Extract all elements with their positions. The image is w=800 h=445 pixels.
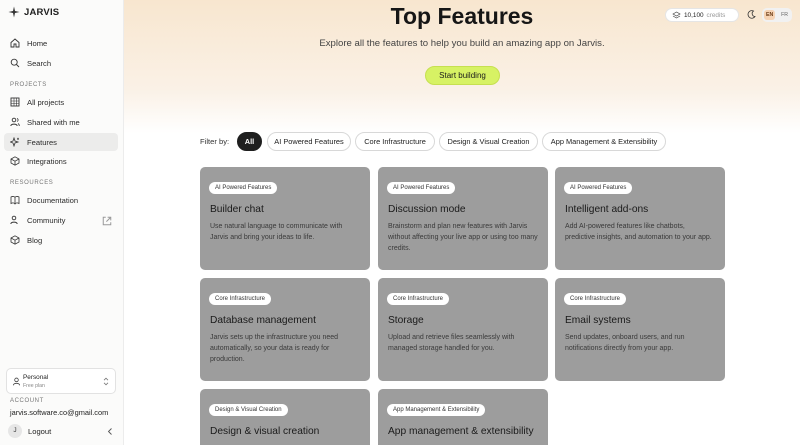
workspace-plan: Free plan [23, 383, 45, 389]
card-title: Email systems [565, 315, 631, 326]
account-email: jarvis.software.co@gmail.com [10, 408, 109, 417]
resources-section-label: RESOURCES [10, 180, 54, 186]
card-description: Use natural language to communicate with… [210, 223, 343, 241]
sidebar-item-label: Community [27, 215, 66, 225]
users-icon [10, 117, 20, 127]
card-title: App management & extensibility [388, 426, 534, 437]
card-badge: AI Powered Features [564, 182, 633, 194]
card-title: Discussion mode [388, 204, 466, 215]
sidebar-item-features[interactable]: Features [4, 133, 118, 151]
people-icon [10, 215, 18, 225]
filter-chip-design[interactable]: Design & Visual Creation [439, 132, 538, 151]
filter-label: Filter by: [200, 137, 230, 146]
filter-chip-ai[interactable]: AI Powered Features [267, 132, 351, 151]
cube-icon [10, 156, 20, 166]
main-content: 10,100 credits EN FR Top Features Explor… [124, 0, 800, 445]
filter-chip-core[interactable]: Core Infrastructure [355, 132, 435, 151]
grid-icon [10, 97, 20, 107]
card-title: Storage [388, 315, 424, 326]
sidebar-item-home[interactable]: Home [4, 34, 118, 52]
card-description: Send updates, onboard users, and run not… [565, 334, 685, 352]
feature-card[interactable]: AI Powered Features Intelligent add-ons … [555, 167, 725, 270]
start-building-button[interactable]: Start building [425, 66, 500, 85]
box-icon [10, 235, 20, 245]
sidebar-item-label: Search [27, 58, 52, 68]
book-icon [10, 196, 20, 205]
sidebar-item-integrations[interactable]: Integrations [4, 152, 118, 170]
sidebar-item-documentation[interactable]: Documentation [4, 191, 118, 209]
sidebar-item-blog[interactable]: Blog [4, 231, 118, 249]
card-badge: AI Powered Features [209, 182, 278, 194]
card-badge: Core Infrastructure [564, 293, 627, 305]
brand[interactable]: JARVIS [8, 6, 59, 18]
card-title: Intelligent add-ons [565, 204, 649, 215]
projects-section-label: PROJECTS [10, 82, 47, 88]
sidebar-item-label: All projects [27, 97, 65, 107]
external-link-icon [102, 216, 112, 226]
filter-chip-app-management[interactable]: App Management & Extensibility [542, 132, 666, 151]
sidebar: JARVIS Home Search PROJECTS All projects… [0, 0, 124, 445]
workspace-switcher[interactable]: Personal Free plan [6, 368, 116, 394]
card-badge: Design & Visual Creation [209, 404, 288, 416]
card-title: Design & visual creation [210, 426, 320, 437]
card-description: Add AI-powered features like chatbots, p… [565, 223, 712, 241]
sparkle-icon [10, 137, 20, 147]
sidebar-item-community[interactable]: Community [4, 211, 118, 229]
workspace-name: Personal [23, 374, 49, 381]
search-icon [10, 58, 20, 68]
sidebar-item-all-projects[interactable]: All projects [4, 93, 118, 111]
card-badge: App Management & Extensibility [387, 404, 486, 416]
sidebar-item-label: Shared with me [27, 117, 80, 127]
home-icon [10, 38, 20, 48]
feature-card[interactable]: AI Powered Features Builder chat Use nat… [200, 167, 370, 270]
filter-chip-all[interactable]: All [237, 132, 262, 151]
chevron-left-icon[interactable] [106, 427, 114, 436]
page-subtitle: Explore all the features to help you bui… [319, 38, 605, 49]
sidebar-item-shared[interactable]: Shared with me [4, 113, 118, 131]
feature-card[interactable]: Design & Visual Creation Design & visual… [200, 389, 370, 445]
card-description: Upload and retrieve files seamlessly wit… [388, 334, 515, 352]
account-section-label: ACCOUNT [10, 398, 44, 404]
feature-card[interactable]: AI Powered Features Discussion mode Brai… [378, 167, 548, 270]
avatar: J [8, 424, 22, 438]
sidebar-item-label: Documentation [27, 195, 79, 205]
card-title: Database management [210, 315, 316, 326]
user-icon [12, 377, 21, 386]
sidebar-item-search[interactable]: Search [4, 54, 118, 72]
logout-button[interactable]: J Logout [6, 424, 118, 440]
sidebar-item-label: Home [27, 38, 48, 48]
logo-icon [8, 6, 20, 18]
feature-card[interactable]: App Management & Extensibility App manag… [378, 389, 548, 445]
chevron-updown-icon [103, 377, 109, 386]
card-badge: AI Powered Features [387, 182, 456, 194]
sidebar-item-label: Blog [27, 235, 43, 245]
card-title: Builder chat [210, 204, 264, 215]
page-title: Top Features [390, 3, 534, 29]
feature-card[interactable]: Core Infrastructure Database management … [200, 278, 370, 381]
brand-name: JARVIS [24, 6, 60, 18]
logout-label: Logout [28, 427, 52, 436]
card-description: Brainstorm and plan new features with Ja… [388, 223, 538, 252]
sidebar-item-label: Integrations [27, 156, 67, 166]
feature-card[interactable]: Core Infrastructure Storage Upload and r… [378, 278, 548, 381]
card-badge: Core Infrastructure [209, 293, 272, 305]
card-badge: Core Infrastructure [387, 293, 450, 305]
card-description: Jarvis sets up the infrastructure you ne… [210, 334, 339, 363]
sidebar-item-label: Features [27, 137, 57, 147]
feature-card[interactable]: Core Infrastructure Email systems Send u… [555, 278, 725, 381]
